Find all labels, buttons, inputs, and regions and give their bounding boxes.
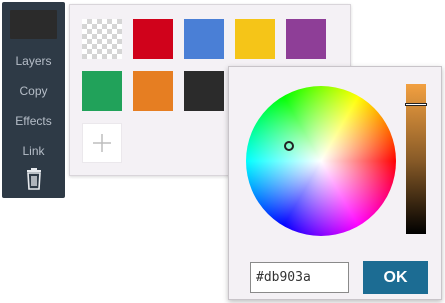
sidebar-item-layers[interactable]: Layers: [2, 54, 65, 68]
add-swatch-button[interactable]: [82, 123, 122, 163]
swatch-blue[interactable]: [184, 19, 224, 59]
color-picker-dialog: #db903a OK: [228, 66, 442, 300]
sidebar-item-effects[interactable]: Effects: [2, 114, 65, 128]
hex-color-input[interactable]: #db903a: [250, 262, 349, 293]
sidebar-item-link[interactable]: Link: [2, 144, 65, 158]
sidebar-toolbar: Layers Copy Effects Link: [2, 2, 65, 198]
swatch-yellow[interactable]: [235, 19, 275, 59]
color-wheel-marker[interactable]: [284, 141, 294, 151]
plus-icon: [93, 134, 111, 152]
swatch-black[interactable]: [184, 71, 224, 111]
color-wheel[interactable]: [246, 86, 396, 236]
swatch-transparent[interactable]: [82, 19, 122, 59]
trash-icon[interactable]: [24, 168, 44, 190]
brightness-slider-handle[interactable]: [405, 103, 427, 106]
swatch-purple[interactable]: [286, 19, 326, 59]
sidebar-item-copy[interactable]: Copy: [2, 84, 65, 98]
swatch-green[interactable]: [82, 71, 122, 111]
current-color-swatch[interactable]: [10, 10, 57, 39]
brightness-slider[interactable]: [405, 84, 427, 234]
swatch-orange[interactable]: [133, 71, 173, 111]
swatch-red[interactable]: [133, 19, 173, 59]
ok-button[interactable]: OK: [363, 261, 428, 294]
